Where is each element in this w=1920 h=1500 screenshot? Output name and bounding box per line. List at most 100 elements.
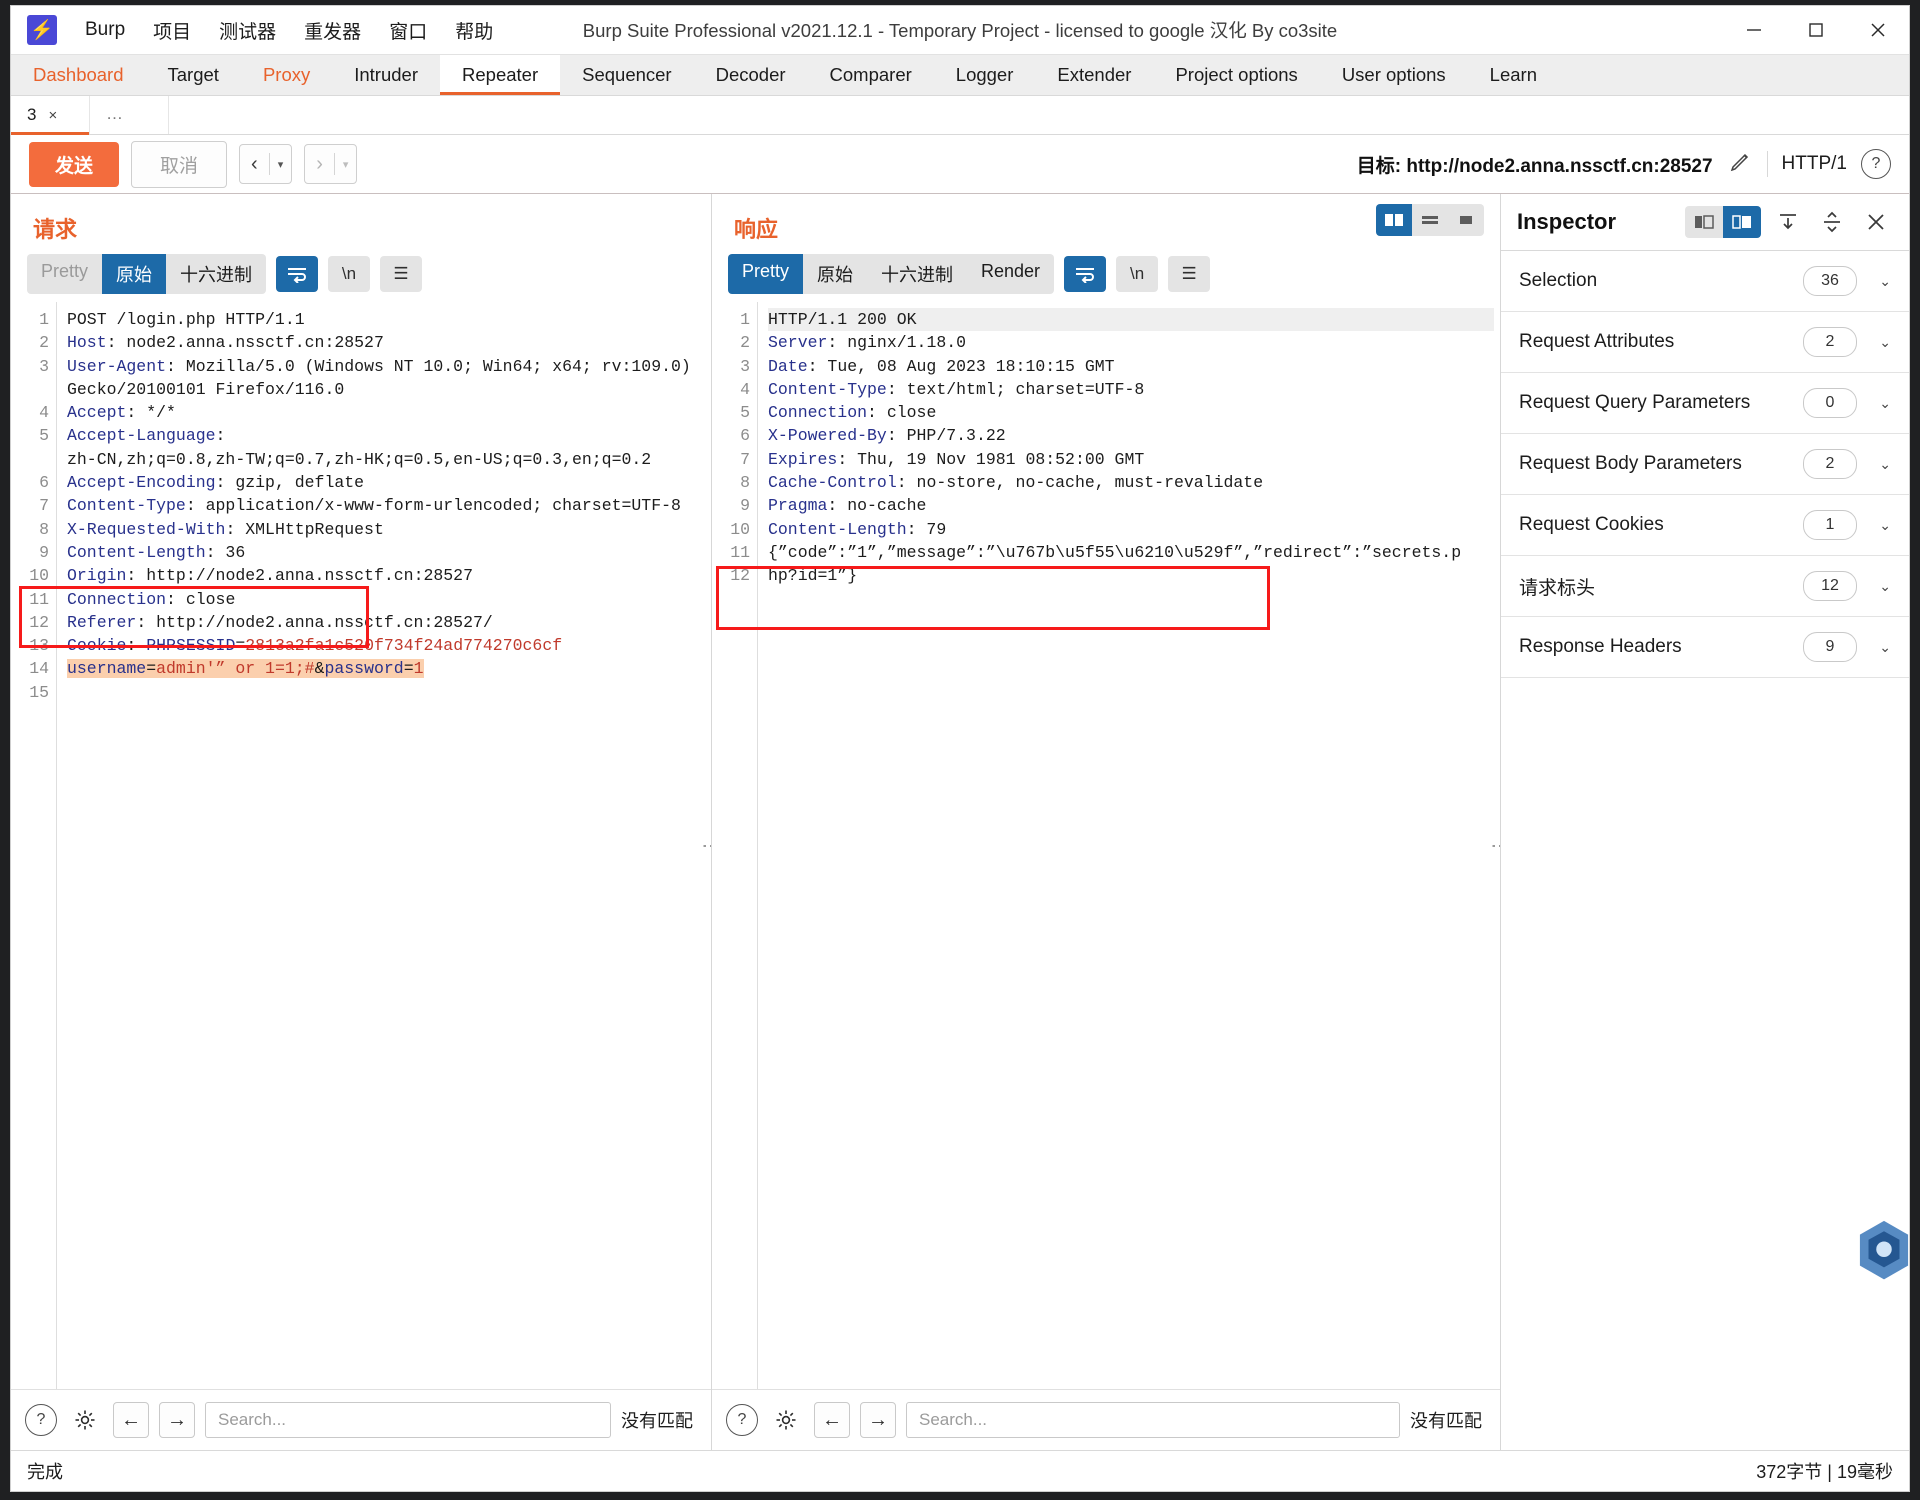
request-search-box[interactable] xyxy=(205,1402,611,1438)
code-line: zh-CN,zh;q=0.8,zh-TW;q=0.7,zh-HK;q=0.5,e… xyxy=(67,448,705,471)
word-wrap-icon[interactable] xyxy=(276,256,319,292)
question-mark-icon[interactable]: ? xyxy=(726,1404,758,1436)
request-search-input[interactable] xyxy=(216,1409,600,1431)
tab-logger[interactable]: Logger xyxy=(934,55,1036,95)
request-resize-grip[interactable]: ⋮ xyxy=(700,836,711,855)
tab-learn[interactable]: Learn xyxy=(1468,55,1559,95)
menu-item-repeater[interactable]: 重发器 xyxy=(290,11,375,50)
tab-intruder[interactable]: Intruder xyxy=(332,55,440,95)
inspector-left-layout-icon[interactable] xyxy=(1685,206,1723,238)
inspector-row[interactable]: Request Body Parameters 2 ⌄ xyxy=(1501,434,1909,495)
tab-extender[interactable]: Extender xyxy=(1035,55,1153,95)
chevron-down-icon[interactable]: ⌄ xyxy=(1857,273,1891,290)
tab-repeater[interactable]: Repeater xyxy=(440,55,561,95)
question-mark-icon[interactable]: ? xyxy=(1861,149,1891,179)
forward-button[interactable]: › ▾ xyxy=(304,144,358,184)
tab-user-options[interactable]: User options xyxy=(1320,55,1468,95)
arrow-left-icon[interactable]: ← xyxy=(113,1402,149,1438)
minimize-button[interactable] xyxy=(1723,6,1785,54)
arrow-right-icon[interactable]: → xyxy=(860,1402,896,1438)
repeater-tab-3[interactable]: 3 × xyxy=(11,96,90,135)
response-tab-raw[interactable]: 原始 xyxy=(803,254,868,294)
response-tab-hex[interactable]: 十六进制 xyxy=(867,254,968,294)
inspector-row[interactable]: 请求标头 12 ⌄ xyxy=(1501,556,1909,617)
chevron-down-icon[interactable]: ⌄ xyxy=(1857,578,1891,595)
code-line: Pragma: no-cache xyxy=(768,494,1494,517)
arrow-left-icon[interactable]: ← xyxy=(814,1402,850,1438)
response-resize-grip[interactable]: ⋮ xyxy=(1489,836,1500,855)
inspector-row-count: 2 xyxy=(1803,449,1857,479)
send-button[interactable]: 发送 xyxy=(29,141,120,187)
gear-icon[interactable] xyxy=(67,1402,103,1438)
response-tab-render[interactable]: Render xyxy=(967,254,1055,294)
split-view-icon[interactable] xyxy=(1376,204,1412,236)
request-tab-hex[interactable]: 十六进制 xyxy=(166,254,267,294)
request-code[interactable]: POST /login.php HTTP/1.1 Host: node2.anna… xyxy=(56,302,711,1389)
menu-item-burp[interactable]: Burp xyxy=(71,13,139,47)
chevron-down-icon[interactable]: ⌄ xyxy=(1857,517,1891,534)
menu-icon[interactable]: ☰ xyxy=(380,256,423,292)
inspector-row[interactable]: Response Headers 9 ⌄ xyxy=(1501,617,1909,678)
back-button[interactable]: ‹ ▾ xyxy=(239,144,293,184)
tab-dashboard[interactable]: Dashboard xyxy=(11,55,146,95)
arrow-right-icon[interactable]: → xyxy=(159,1402,195,1438)
tab-proxy[interactable]: Proxy xyxy=(241,55,332,95)
chevron-down-icon[interactable]: ⌄ xyxy=(1857,395,1891,412)
inspector-right-layout-icon[interactable] xyxy=(1723,206,1761,238)
menu-item-project[interactable]: 项目 xyxy=(139,11,205,50)
repeater-tab-add[interactable]: … xyxy=(90,96,169,134)
response-code[interactable]: HTTP/1.1 200 OK Server: nginx/1.18.0 Date:… xyxy=(757,302,1500,1389)
response-search-box[interactable] xyxy=(906,1402,1400,1438)
request-editor[interactable]: 123 45 6 7 8 9 10 11 12 13 14 15 POST /login.php … xyxy=(11,302,711,1389)
stacked-view-icon[interactable] xyxy=(1412,204,1448,236)
line-number: 3 xyxy=(39,356,49,376)
code-segment: : Tue, 08 Aug 2023 18:10:15 GMT xyxy=(807,356,1115,376)
tab-project-options[interactable]: Project options xyxy=(1153,55,1319,95)
request-tab-pretty[interactable]: Pretty xyxy=(27,254,103,294)
inspector-row[interactable]: Request Query Parameters 0 ⌄ xyxy=(1501,373,1909,434)
line-number: 3 xyxy=(740,356,750,376)
tab-sequencer[interactable]: Sequencer xyxy=(560,55,693,95)
expand-all-icon[interactable] xyxy=(1771,206,1805,238)
newline-icon[interactable]: \n xyxy=(1116,256,1159,292)
line-number: 10 xyxy=(29,566,49,586)
menu-item-help[interactable]: 帮助 xyxy=(441,11,507,50)
inspector-row[interactable]: Request Cookies 1 ⌄ xyxy=(1501,495,1909,556)
menu-icon[interactable]: ☰ xyxy=(1168,256,1211,292)
inspector-row[interactable]: Selection 36 ⌄ xyxy=(1501,251,1909,312)
tab-comparer[interactable]: Comparer xyxy=(808,55,934,95)
tab-decoder[interactable]: Decoder xyxy=(694,55,808,95)
response-search-input[interactable] xyxy=(917,1409,1389,1431)
chevron-down-icon[interactable]: ⌄ xyxy=(1857,639,1891,656)
word-wrap-icon[interactable] xyxy=(1064,256,1107,292)
inspector-empty-area xyxy=(1501,678,1909,1450)
tab-target[interactable]: Target xyxy=(146,55,241,95)
collapse-all-icon[interactable] xyxy=(1815,206,1849,238)
chevron-down-icon[interactable]: ⌄ xyxy=(1857,334,1891,351)
http-version-label[interactable]: HTTP/1 xyxy=(1782,153,1847,175)
gear-icon[interactable] xyxy=(768,1402,804,1438)
menu-item-window[interactable]: 窗口 xyxy=(375,11,441,50)
response-tab-pretty[interactable]: Pretty xyxy=(728,254,804,294)
code-line: POST /login.php HTTP/1.1 xyxy=(67,308,705,331)
code-line: Referer: http://node2.anna.nssctf.cn:285… xyxy=(67,611,705,634)
newline-icon[interactable]: \n xyxy=(328,256,371,292)
pencil-icon[interactable] xyxy=(1727,149,1753,180)
close-icon[interactable] xyxy=(1859,206,1893,238)
close-icon[interactable]: × xyxy=(48,107,57,124)
inspector-row[interactable]: Request Attributes 2 ⌄ xyxy=(1501,312,1909,373)
close-button[interactable] xyxy=(1847,6,1909,54)
cancel-button[interactable]: 取消 xyxy=(131,140,228,188)
chevron-down-icon[interactable]: ▾ xyxy=(335,145,357,183)
request-tab-raw[interactable]: 原始 xyxy=(102,254,167,294)
chevron-down-icon[interactable]: ▾ xyxy=(270,145,292,183)
response-layout-toggle xyxy=(1376,204,1484,236)
code-line: Content-Length: 36 xyxy=(67,541,705,564)
question-mark-icon[interactable]: ? xyxy=(25,1404,57,1436)
chevron-down-icon[interactable]: ⌄ xyxy=(1857,456,1891,473)
single-view-icon[interactable] xyxy=(1448,204,1484,236)
menu-item-intruder[interactable]: 测试器 xyxy=(205,11,290,50)
code-segment: : 79 xyxy=(906,519,947,539)
response-editor[interactable]: 1 2 3 4 5 6 7 8 9 10 11 12 HTTP/1.1 200 OK Server: n… xyxy=(712,302,1500,1389)
maximize-button[interactable] xyxy=(1785,6,1847,54)
